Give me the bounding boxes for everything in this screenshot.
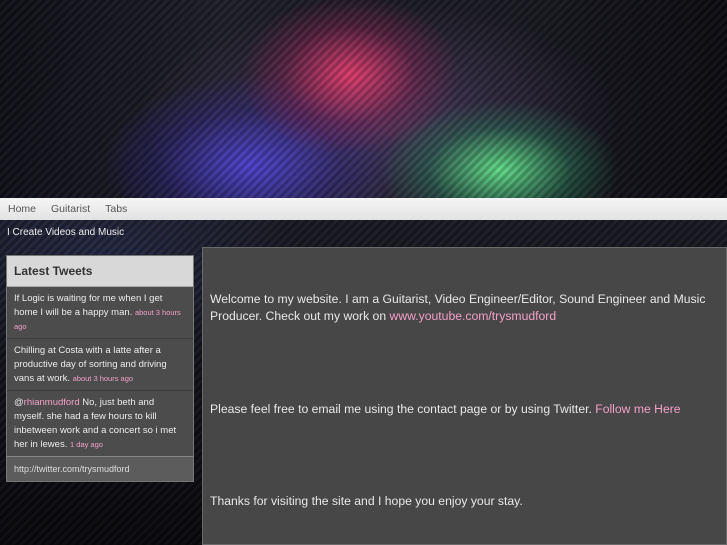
site-tagline: I Create Videos and Music: [7, 227, 125, 238]
tweet-item: If Logic is waiting for me when I get ho…: [7, 287, 193, 339]
thanks-paragraph: Thanks for visiting the site and I hope …: [210, 494, 523, 508]
nav-home-link[interactable]: Home: [8, 203, 36, 215]
header-banner: [0, 0, 727, 198]
follow-me-link[interactable]: Follow me Here: [595, 402, 680, 416]
main-nav: Home Guitarist Tabs: [0, 198, 727, 220]
main-content: Welcome to my website. I am a Guitarist,…: [202, 247, 727, 545]
contact-paragraph: Please feel free to email me using the c…: [210, 401, 715, 418]
tweet-time-link[interactable]: about 3 hours ago: [73, 374, 133, 383]
tweet-time-link[interactable]: 1 day ago: [70, 440, 103, 449]
tweets-title: Latest Tweets: [7, 256, 193, 287]
contact-text: Please feel free to email me using the c…: [210, 402, 596, 416]
tweet-item: Chilling at Costa with a latte after a p…: [7, 339, 193, 391]
tweet-item: @rhianmudford No, just beth and myself. …: [14, 397, 177, 450]
twitter-profile-link[interactable]: http://twitter.com/trysmudford: [7, 456, 193, 481]
nav-guitarist-link[interactable]: Guitarist: [51, 203, 90, 215]
welcome-paragraph: Welcome to my website. I am a Guitarist,…: [210, 291, 715, 325]
nav-tabs-link[interactable]: Tabs: [105, 203, 127, 215]
latest-tweets-widget: Latest Tweets If Logic is waiting for me…: [6, 255, 194, 482]
tweet-mention-link[interactable]: rhianmudford: [24, 397, 80, 408]
youtube-link[interactable]: www.youtube.com/trysmudford: [390, 309, 557, 323]
